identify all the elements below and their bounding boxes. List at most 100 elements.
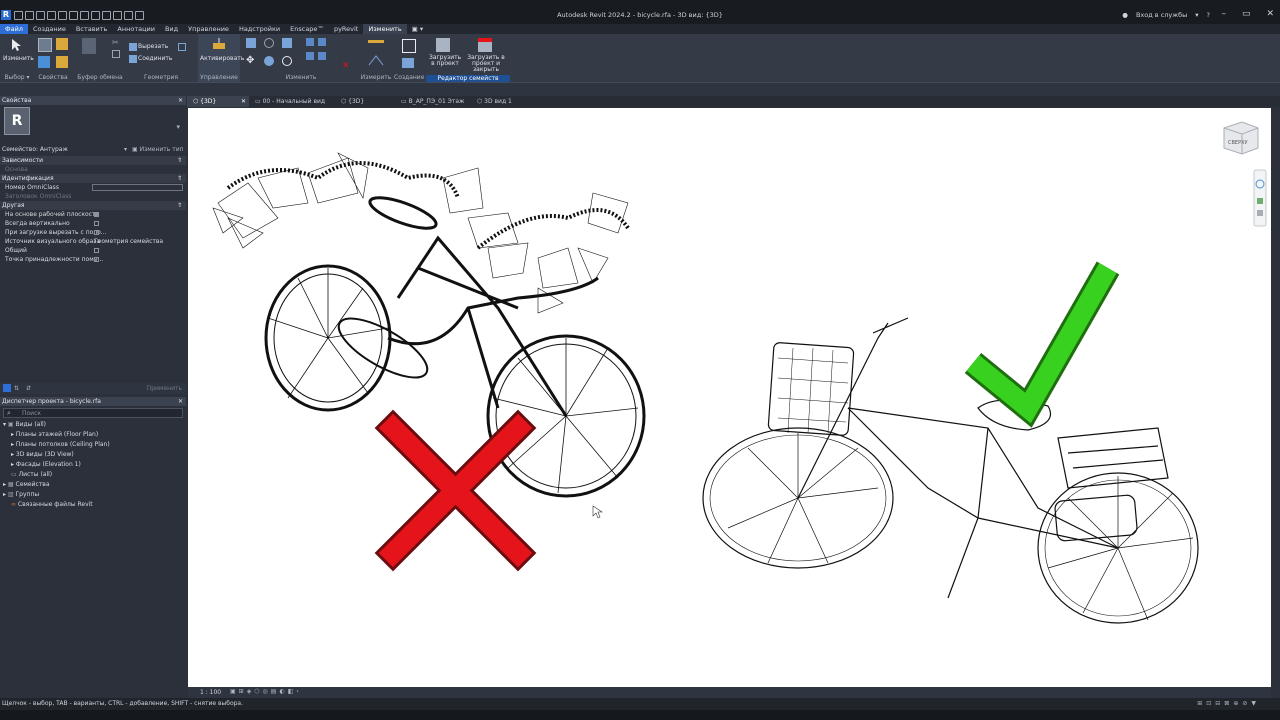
tab-enscape[interactable]: Enscape™ bbox=[285, 24, 329, 34]
cut-voids-checkbox[interactable] bbox=[94, 230, 99, 235]
close-properties-icon[interactable]: ✕ bbox=[178, 96, 183, 105]
close-icon[interactable]: ✕ bbox=[1266, 9, 1274, 19]
filter-icon[interactable]: ⇅ bbox=[14, 383, 19, 394]
split-icon[interactable] bbox=[318, 38, 326, 46]
room-point-checkbox[interactable] bbox=[94, 257, 99, 262]
split-face-icon[interactable] bbox=[178, 43, 186, 51]
params-icon[interactable] bbox=[56, 56, 68, 68]
trim-icon[interactable] bbox=[306, 38, 314, 46]
load-and-close-button[interactable]: Загрузить в проект и закрыть bbox=[464, 55, 508, 73]
delete-icon[interactable]: ✕ bbox=[342, 62, 350, 71]
load-and-close-icon[interactable] bbox=[478, 38, 492, 52]
tree-item-sheets[interactable]: ▭ Листы (all) bbox=[0, 470, 186, 480]
measure-tool-icon[interactable] bbox=[368, 40, 384, 43]
modify-button[interactable]: Изменить bbox=[3, 55, 34, 62]
tab-addins[interactable]: Надстройки bbox=[234, 24, 285, 34]
cut-geometry-button[interactable]: Вырезать bbox=[138, 43, 168, 50]
align-icon[interactable] bbox=[246, 38, 256, 48]
cursor-icon[interactable] bbox=[10, 38, 22, 52]
help-button[interactable]: ? bbox=[1207, 11, 1210, 19]
drawing-canvas[interactable]: СВЕРХУ bbox=[188, 108, 1271, 687]
copy-elements-icon[interactable] bbox=[264, 56, 274, 66]
tree-item-views[interactable]: ▾ ▣ Виды (all) bbox=[0, 420, 186, 430]
join-geometry-button[interactable]: Соединить bbox=[138, 55, 172, 62]
mirror-icon[interactable] bbox=[282, 38, 292, 48]
sort-icon[interactable]: ⇵ bbox=[26, 383, 31, 394]
visual-source-value[interactable]: Геометрия семейства bbox=[94, 237, 163, 246]
move-icon[interactable]: ✥ bbox=[246, 56, 256, 66]
copy-icon[interactable] bbox=[112, 50, 120, 58]
tab-manage[interactable]: Управление bbox=[183, 24, 234, 34]
tree-item-groups[interactable]: ▸ ▥ Группы bbox=[0, 490, 186, 500]
activate-icon[interactable] bbox=[212, 38, 226, 52]
zoom-icon[interactable] bbox=[1257, 210, 1263, 216]
chevron-down-icon[interactable]: ▾ bbox=[176, 123, 180, 131]
shared-checkbox[interactable] bbox=[94, 248, 99, 253]
tree-item-families[interactable]: ▸ ▦ Семейства bbox=[0, 480, 186, 490]
view-controls[interactable]: ▣⊞◈⬡◎▤◐◧‹ bbox=[230, 688, 302, 695]
category-other[interactable]: Другая ⇑ bbox=[0, 201, 186, 210]
maximize-icon[interactable]: ▭ bbox=[1242, 9, 1251, 19]
close-browser-icon[interactable]: ✕ bbox=[178, 397, 183, 406]
family-dropdown-icon[interactable]: ▾ bbox=[124, 145, 127, 155]
properties-icon[interactable] bbox=[38, 38, 52, 52]
tree-item-floor-plans[interactable]: ▸ Планы этажей (Floor Plan) bbox=[0, 430, 186, 440]
user-icon[interactable]: ● bbox=[1122, 11, 1128, 19]
dimension-icon[interactable] bbox=[368, 54, 384, 66]
apply-button[interactable]: Применить bbox=[147, 383, 182, 394]
scale-value[interactable]: 1 : 100 bbox=[200, 689, 221, 696]
tab-3d-view-1[interactable]: ⬡ 3D вид 1 bbox=[471, 96, 531, 107]
tab-3d[interactable]: ⬡ {3D} bbox=[335, 96, 395, 107]
tab-modify[interactable]: Изменить bbox=[363, 24, 407, 34]
tab-file[interactable]: Файл bbox=[0, 24, 28, 34]
signin-button[interactable]: Вход в службы bbox=[1136, 11, 1187, 19]
tab-view[interactable]: Вид bbox=[160, 24, 183, 34]
create-similar-icon[interactable] bbox=[402, 39, 416, 53]
mesh-spokes bbox=[267, 268, 639, 494]
pan-icon[interactable] bbox=[1257, 198, 1263, 204]
tab-start-view[interactable]: ▭ 00 - Начальный вид bbox=[249, 96, 335, 107]
tree-item-revit-links[interactable]: ∞ Связанные файлы Revit bbox=[0, 500, 186, 510]
cope-icon[interactable] bbox=[129, 43, 137, 51]
paste-icon[interactable] bbox=[82, 38, 96, 54]
tree-item-3d-views[interactable]: ▸ 3D виды (3D View) bbox=[0, 450, 186, 460]
vertical-checkbox[interactable] bbox=[94, 221, 99, 226]
edit-type-button[interactable]: ▣ Изменить тип bbox=[132, 145, 184, 155]
type-selector[interactable]: R ▾ bbox=[0, 105, 186, 145]
tab-extra-icon[interactable]: ▣ ▾ bbox=[407, 24, 428, 34]
load-into-project-icon[interactable] bbox=[436, 38, 450, 52]
tab-pyrevit[interactable]: pyRevit bbox=[329, 24, 363, 34]
selection-filter-icons[interactable]: ⊞⊡⊟⊠⊕⊘▼ bbox=[1197, 698, 1260, 710]
tab-insert[interactable]: Вставить bbox=[71, 24, 112, 34]
tree-item-ceiling-plans[interactable]: ▸ Планы потолков (Ceiling Plan) bbox=[0, 440, 186, 450]
vertical-scrollbar[interactable] bbox=[1272, 108, 1280, 687]
array-icon[interactable] bbox=[306, 52, 314, 60]
tab-annotate[interactable]: Аннотации bbox=[112, 24, 160, 34]
family-types-icon[interactable] bbox=[56, 38, 68, 50]
prop-workplane: На основе рабочей плоскости bbox=[5, 211, 100, 218]
minimize-icon[interactable]: – bbox=[1221, 9, 1226, 19]
activate-button[interactable]: Активировать bbox=[200, 55, 244, 62]
create-group-icon[interactable] bbox=[402, 58, 414, 68]
join-icon[interactable] bbox=[129, 55, 137, 63]
cart-icon[interactable]: ▾ bbox=[1195, 11, 1198, 19]
cut-icon[interactable]: ✂ bbox=[112, 38, 120, 47]
tree-item-elevations[interactable]: ▸ Фасады (Elevation 1) bbox=[0, 460, 186, 470]
family-label[interactable]: Семейство: Антураж bbox=[2, 146, 68, 153]
close-tab-icon[interactable]: ✕ bbox=[241, 96, 246, 107]
workplane-checkbox[interactable] bbox=[94, 212, 99, 217]
scale-icon[interactable] bbox=[318, 52, 326, 60]
omniclass-input[interactable] bbox=[92, 184, 183, 191]
category-constraints[interactable]: Зависимости ⇑ bbox=[0, 156, 186, 165]
category-icon[interactable] bbox=[38, 56, 50, 68]
viewcube-icon[interactable]: СВЕРХУ bbox=[1223, 121, 1259, 155]
offset-icon[interactable] bbox=[264, 38, 274, 48]
load-into-project-button[interactable]: Загрузить в проект bbox=[429, 55, 461, 67]
rotate-icon[interactable] bbox=[282, 56, 292, 66]
tab-create[interactable]: Создание bbox=[28, 24, 71, 34]
browser-search-input[interactable]: ⌕ Поиск bbox=[3, 408, 183, 418]
tab-floor[interactable]: ▭ В_АР_ПЭ_01 Этаж bbox=[395, 96, 471, 107]
view-type-icon[interactable] bbox=[3, 384, 11, 392]
category-identity[interactable]: Идентификация ⇑ bbox=[0, 174, 186, 183]
tab-3d-active[interactable]: ⬡ {3D} ✕ bbox=[187, 96, 249, 107]
